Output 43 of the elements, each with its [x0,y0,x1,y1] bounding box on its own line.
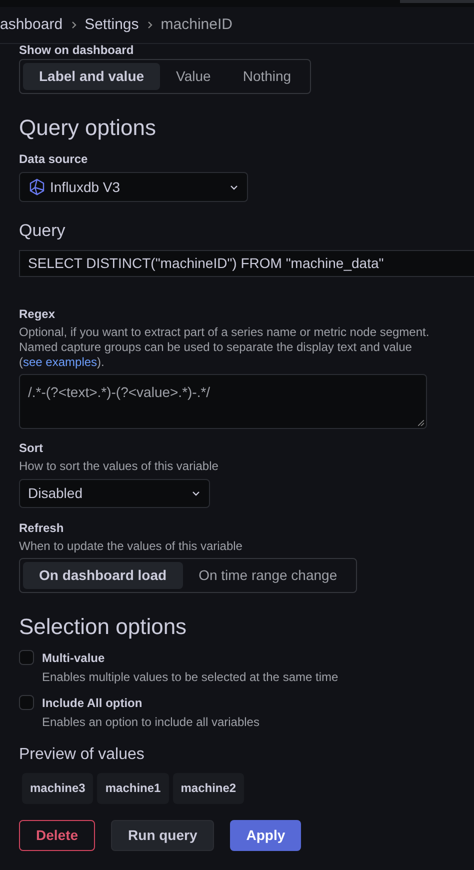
checkbox-label: Multi-value [42,650,106,666]
segment-option[interactable]: Nothing [226,63,308,90]
action-button[interactable]: Apply [230,820,302,850]
query-field[interactable]: SELECT DISTINCT("machineID") FROM "machine_data" [19,250,474,276]
checkbox-description: Enables an option to include all variables [42,714,260,730]
value-chip: machine1 [97,772,169,804]
section-title: Preview of values [19,744,146,764]
sort-select[interactable]: Disabled [19,478,210,508]
field-label: Data source [19,151,89,168]
checkbox[interactable] [19,694,34,710]
checkbox[interactable] [19,650,34,664]
select-value: Influxdb V3 [50,178,122,196]
data-source-select[interactable]: Influxdb V3 [19,172,248,202]
field-label: Regex [19,306,56,322]
see-examples-link[interactable]: see examples [23,354,98,368]
field-description: Optional, if you want to extract part of a series name or metric node segment. Named capture groups can be used to separate the display text and value (see examples). [19,324,430,370]
field-label: Query [19,220,66,242]
breadcrumb-link[interactable]: Settings [84,14,139,36]
chevron-right-icon [70,21,77,29]
value-chip: machine3 [22,772,94,804]
database-icon [28,178,46,196]
section-title: Query options [19,114,157,142]
segment-option[interactable]: On dashboard load [23,562,183,588]
regex-field[interactable]: /.*-(?<text>.*)-(?<value>.*)-.*/ [19,374,427,428]
chevron-right-icon [146,21,153,29]
field-label: Sort [19,440,44,456]
field-label: Refresh [19,520,65,536]
checkbox-label: Include All option [42,694,144,712]
breadcrumb-link[interactable]: ashboard [0,14,63,36]
field-description: How to sort the values of this variable [19,458,220,474]
field-description: When to update the values of this variable [19,538,244,554]
breadcrumb-link[interactable]: machineID [160,14,232,36]
field-label: Show on dashboard [19,43,135,57]
value-chip: machine2 [172,772,244,804]
section-title: Selection options [19,612,188,640]
segment-option[interactable]: Value [160,63,227,90]
action-button[interactable]: Run query [111,820,214,850]
action-button[interactable]: Delete [19,820,96,850]
resize-handle-icon[interactable] [418,420,424,426]
checkbox-description: Enables multiple values to be selected at the same time [42,668,338,686]
segment-option[interactable]: On time range change [182,562,354,588]
select-value: Disabled [28,484,82,502]
segment-option[interactable]: Label and value [23,63,160,90]
